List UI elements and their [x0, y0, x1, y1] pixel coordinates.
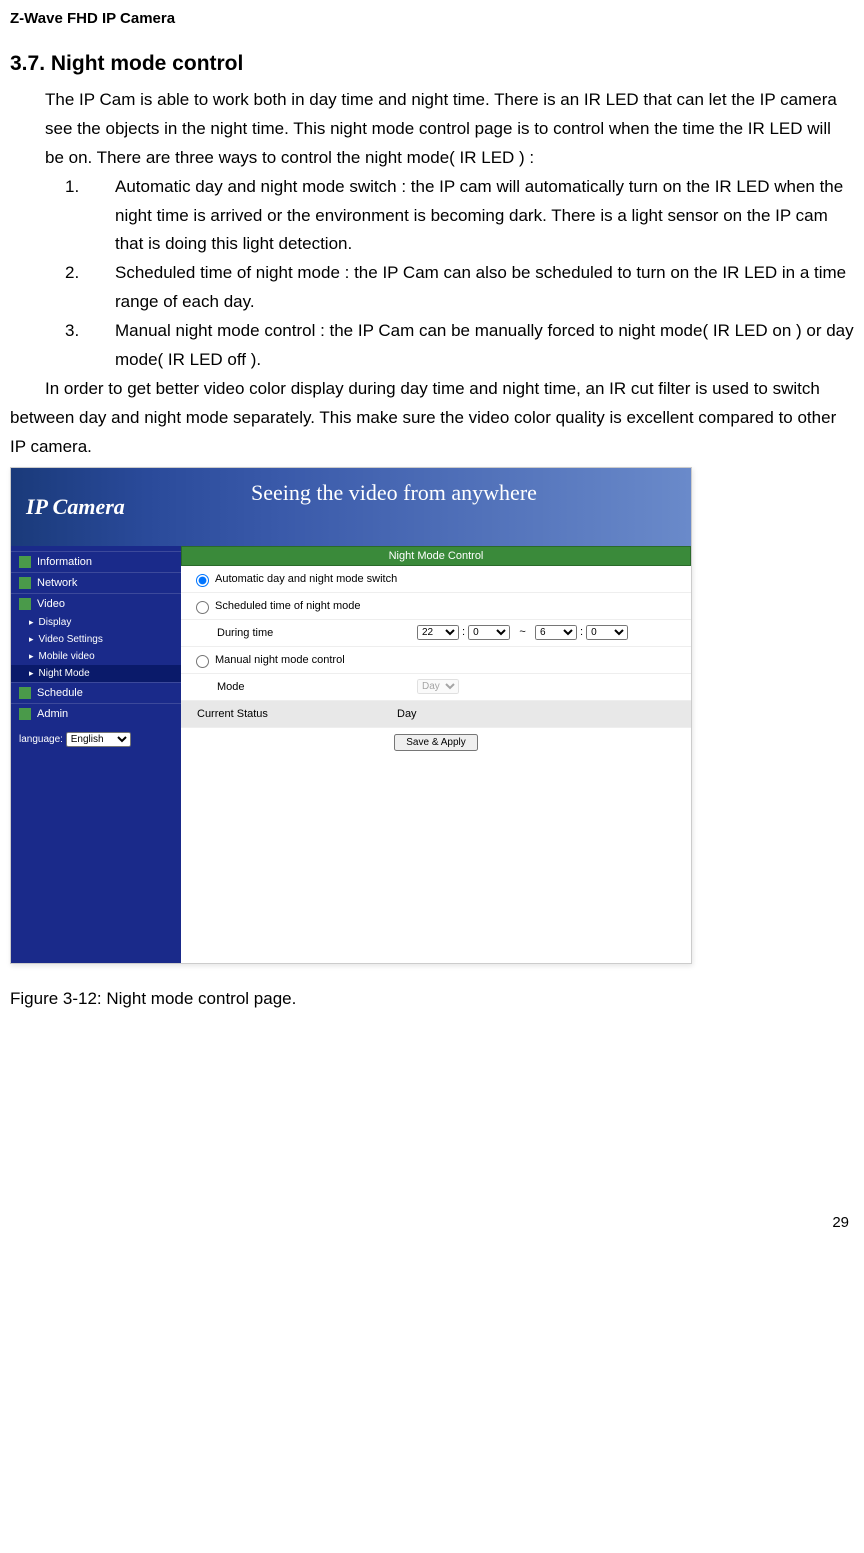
- list-item: 2. Scheduled time of night mode : the IP…: [65, 259, 854, 317]
- bullet-icon: [19, 577, 31, 589]
- form-row-status: Current Status Day: [181, 701, 691, 728]
- radio-label: Manual night mode control: [215, 654, 345, 666]
- hour-end-select[interactable]: 6: [535, 625, 577, 640]
- banner: IP Camera Seeing the video from anywhere: [11, 468, 691, 546]
- radio-label: Scheduled time of night mode: [215, 600, 361, 612]
- outro-paragraph: In order to get better video color displ…: [10, 375, 854, 462]
- time-controls: 22 : 0 ~ 6 : 0: [417, 625, 628, 640]
- status-label: Current Status: [191, 708, 397, 720]
- list-text: Scheduled time of night mode : the IP Ca…: [115, 259, 854, 317]
- figure-caption: Figure 3-12: Night mode control page.: [10, 989, 854, 1009]
- radio-auto[interactable]: [196, 574, 209, 587]
- radio-scheduled[interactable]: [196, 601, 209, 614]
- list-number: 2.: [65, 259, 115, 317]
- minute-end-select[interactable]: 0: [586, 625, 628, 640]
- arrow-icon: ▸: [29, 617, 34, 628]
- document-header: Z-Wave FHD IP Camera: [0, 0, 864, 32]
- sidebar-item-information[interactable]: Information: [11, 551, 181, 572]
- form-row-during: During time 22 : 0 ~ 6 : 0: [181, 620, 691, 647]
- sidebar-sub-video-settings[interactable]: ▸ Video Settings: [11, 631, 181, 648]
- banner-slogan: Seeing the video from anywhere: [251, 480, 537, 506]
- list-text: Automatic day and night mode switch : th…: [115, 173, 854, 260]
- section-heading: 3.7. Night mode control: [10, 52, 854, 76]
- form-row-manual: Manual night mode control: [181, 647, 691, 674]
- sidebar-label: Information: [37, 556, 92, 568]
- sidebar-sub-display[interactable]: ▸ Display: [11, 614, 181, 631]
- arrow-icon: ▸: [29, 634, 34, 645]
- sidebar-item-admin[interactable]: Admin: [11, 703, 181, 724]
- language-label: language:: [19, 734, 63, 745]
- mode-label: Mode: [191, 681, 417, 693]
- language-select[interactable]: English: [66, 732, 131, 747]
- bullet-icon: [19, 687, 31, 699]
- list-item: 1. Automatic day and night mode switch :…: [65, 173, 854, 260]
- banner-title: IP Camera: [26, 494, 125, 520]
- list-number: 3.: [65, 317, 115, 375]
- bullet-icon: [19, 708, 31, 720]
- language-selector-row: language: English: [11, 724, 181, 755]
- sidebar-label: Admin: [37, 708, 68, 720]
- status-value: Day: [397, 708, 417, 720]
- form-row-mode: Mode Day: [181, 674, 691, 701]
- sidebar-sub-label: Video Settings: [39, 634, 103, 645]
- embedded-screenshot: IP Camera Seeing the video from anywhere…: [10, 467, 692, 964]
- sidebar-label: Video: [37, 598, 65, 610]
- arrow-icon: ▸: [29, 651, 34, 662]
- list-item: 3. Manual night mode control : the IP Ca…: [65, 317, 854, 375]
- save-apply-button[interactable]: Save & Apply: [394, 734, 477, 751]
- main-panel: Night Mode Control Automatic day and nig…: [181, 546, 691, 963]
- panel-title: Night Mode Control: [181, 546, 691, 566]
- sidebar-item-schedule[interactable]: Schedule: [11, 682, 181, 703]
- form-row-auto: Automatic day and night mode switch: [181, 566, 691, 593]
- arrow-icon: ▸: [29, 668, 34, 679]
- sidebar-sub-mobile-video[interactable]: ▸ Mobile video: [11, 648, 181, 665]
- bullet-icon: [19, 556, 31, 568]
- sidebar-label: Network: [37, 577, 77, 589]
- sidebar-sub-label: Night Mode: [39, 668, 90, 679]
- radio-label: Automatic day and night mode switch: [215, 573, 397, 585]
- page-number: 29: [832, 1214, 849, 1231]
- during-label: During time: [191, 627, 417, 639]
- sidebar-label: Schedule: [37, 687, 83, 699]
- sidebar-item-network[interactable]: Network: [11, 572, 181, 593]
- button-row: Save & Apply: [181, 728, 691, 757]
- mode-select[interactable]: Day: [417, 679, 459, 694]
- sidebar-item-video[interactable]: Video: [11, 593, 181, 614]
- radio-manual[interactable]: [196, 655, 209, 668]
- minute-start-select[interactable]: 0: [468, 625, 510, 640]
- time-separator: ~: [519, 626, 525, 638]
- list-text: Manual night mode control : the IP Cam c…: [115, 317, 854, 375]
- sidebar-sub-label: Mobile video: [39, 651, 95, 662]
- list-number: 1.: [65, 173, 115, 260]
- intro-paragraph: The IP Cam is able to work both in day t…: [10, 86, 854, 173]
- hour-start-select[interactable]: 22: [417, 625, 459, 640]
- form-row-scheduled: Scheduled time of night mode: [181, 593, 691, 620]
- sidebar-sub-night-mode[interactable]: ▸ Night Mode: [11, 665, 181, 682]
- sidebar: Information Network Video ▸ Display ▸ Vide…: [11, 546, 181, 963]
- sidebar-sub-label: Display: [39, 617, 72, 628]
- bullet-icon: [19, 598, 31, 610]
